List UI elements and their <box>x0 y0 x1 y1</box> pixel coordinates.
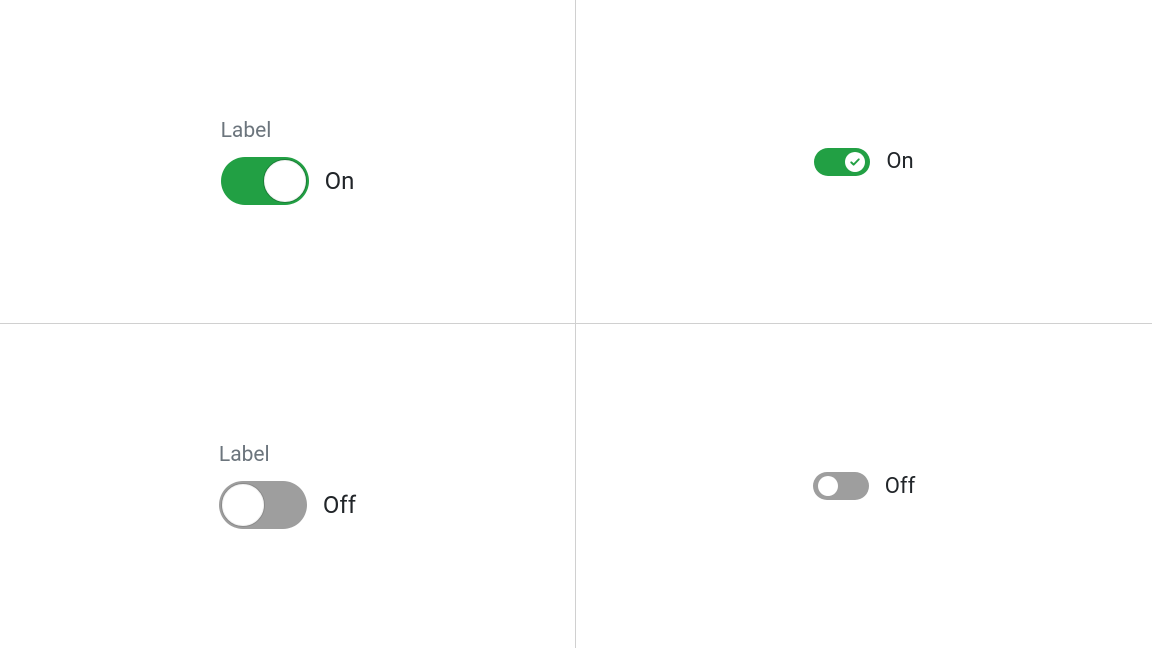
check-icon <box>849 156 861 168</box>
toggle-switch-small-off[interactable] <box>813 472 869 500</box>
toggle-knob <box>818 476 838 496</box>
toggle-label: Label <box>219 443 270 467</box>
switch-row: Off <box>813 472 915 500</box>
cell-large-off: Label Off <box>0 324 576 648</box>
toggle-switch-large-on[interactable] <box>221 157 309 205</box>
toggle-switch-large-off[interactable] <box>219 481 307 529</box>
toggle-knob <box>845 152 865 172</box>
toggle-switch-small-on[interactable] <box>814 148 870 176</box>
toggle-state-text: Off <box>885 474 915 499</box>
toggle-state-text: On <box>325 167 355 195</box>
toggle-knob <box>221 483 265 527</box>
cell-small-off: Off <box>576 324 1152 648</box>
toggle-state-text: On <box>886 149 913 174</box>
toggle-group: Label On <box>221 119 355 205</box>
switch-row: On <box>814 148 913 176</box>
cell-small-on: On <box>576 0 1152 324</box>
toggle-state-text: Off <box>323 491 356 519</box>
toggle-group: Label Off <box>219 443 356 529</box>
toggle-variants-grid: Label On On Label <box>0 0 1152 648</box>
switch-row: On <box>221 157 355 205</box>
toggle-label: Label <box>221 119 272 143</box>
cell-large-on: Label On <box>0 0 576 324</box>
switch-row: Off <box>219 481 356 529</box>
toggle-knob <box>263 159 307 203</box>
